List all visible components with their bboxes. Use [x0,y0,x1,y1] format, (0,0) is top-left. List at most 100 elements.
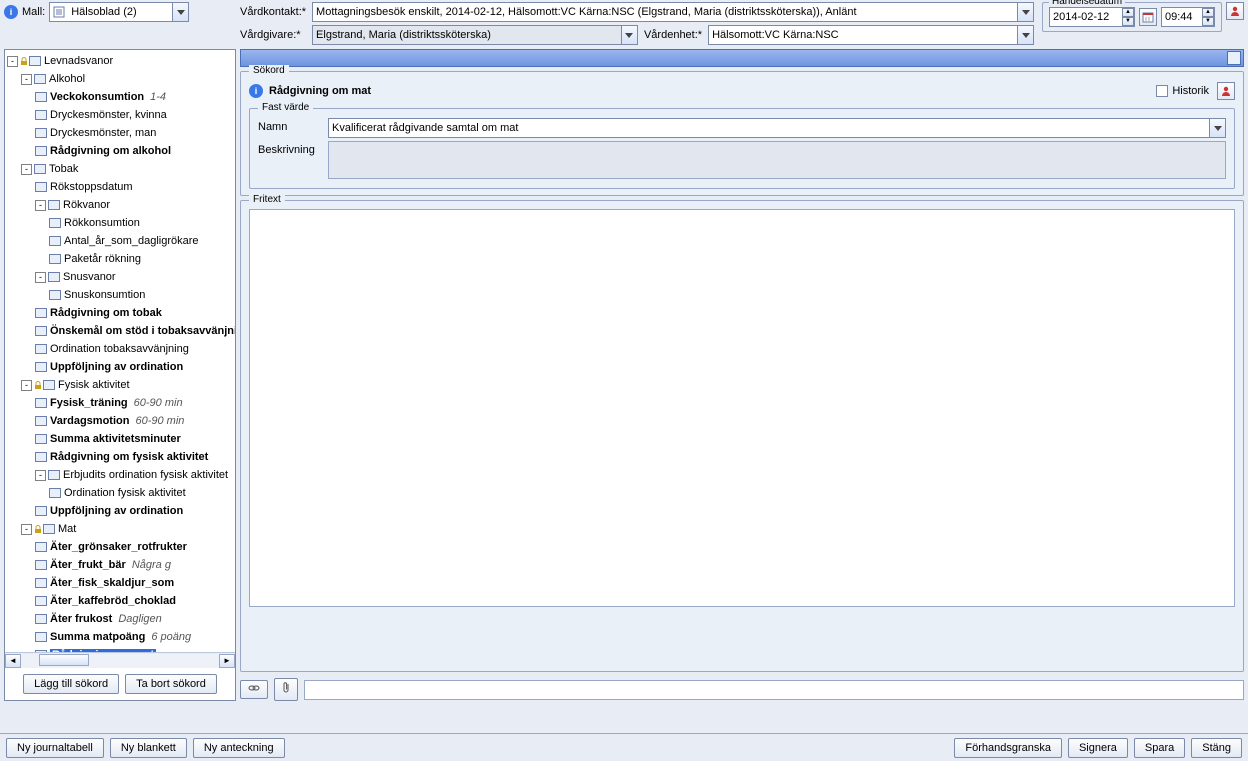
page-icon [48,272,60,282]
tree-item[interactable]: -RökvanorRökkonsumtionAntal_år_som_dagli… [35,196,235,268]
tree-root-item[interactable]: -Levnadsvanor-AlkoholVeckokonsumtion1-4D… [7,52,235,652]
paperclip-icon[interactable] [274,678,298,701]
add-sokord-button[interactable]: Lägg till sökord [23,674,119,694]
tree-item-label: Ordination tobaksavvänjning [50,343,189,355]
collapse-icon[interactable]: - [35,272,46,283]
ny-anteckning-button[interactable]: Ny anteckning [193,738,285,758]
scroll-right-icon[interactable]: ► [219,654,235,668]
tree-item[interactable]: Snuskonsumtion [49,286,235,304]
tree-item[interactable]: Dryckesmönster, kvinna [35,106,235,124]
tree-section[interactable]: -AlkoholVeckokonsumtion1-4Dryckesmönster… [21,70,235,160]
user-icon-top[interactable] [1226,2,1244,20]
vardkontakt-arrow[interactable] [1017,3,1033,21]
vardgivare-combo[interactable] [312,25,638,45]
vardkontakt-combo[interactable] [312,2,1034,22]
tree-item[interactable]: Dryckesmönster, man [35,124,235,142]
tree-item[interactable]: Rådgivning om alkohol [35,142,235,160]
namn-arrow[interactable] [1209,119,1225,137]
page-icon [35,92,47,102]
collapse-icon[interactable]: - [35,470,46,481]
tree-item[interactable]: Rådgivning om tobak [35,304,235,322]
stang-button[interactable]: Stäng [1191,738,1242,758]
remove-sokord-button[interactable]: Ta bort sökord [125,674,217,694]
page-icon [49,254,61,264]
mall-combo[interactable] [49,2,189,22]
mall-input[interactable] [68,6,172,18]
vardenhet-combo[interactable] [708,25,1034,45]
tree-hscroll[interactable]: ◄ ► [5,652,235,668]
link-icon[interactable] [240,680,268,699]
page-icon [35,128,47,138]
attach-input[interactable] [304,680,1244,700]
tree-item[interactable]: Rådgivning om fysisk aktivitet [35,448,235,466]
tree-item[interactable]: Summa aktivitetsminuter [35,430,235,448]
tree-item[interactable]: Uppföljning av ordination [35,502,235,520]
collapse-icon[interactable]: - [21,380,32,391]
collapse-icon[interactable]: - [35,200,46,211]
tree-item[interactable]: Äter_fisk_skaldjur_som [35,574,235,592]
ny-journaltabell-button[interactable]: Ny journaltabell [6,738,104,758]
vardenhet-arrow[interactable] [1017,26,1033,44]
tree-item[interactable]: Veckokonsumtion1-4 [35,88,235,106]
tree-item[interactable]: Rökkonsumtion [49,214,235,232]
tree-section[interactable]: -MatÄter_grönsaker_rotfrukterÄter_frukt_… [21,520,235,652]
page-icon [35,506,47,516]
tree-item[interactable]: Paketår rökning [49,250,235,268]
tree-item[interactable]: Äter_kaffebröd_choklad [35,592,235,610]
tree-item-label: Uppföljning av ordination [50,505,183,517]
date-spinner[interactable]: ▲▼ [1122,8,1134,26]
handelse-date[interactable]: ▲▼ [1049,7,1135,27]
vardgivare-input [313,29,621,41]
tree-section[interactable]: -Fysisk aktivitetFysisk_träning60-90 min… [21,376,235,520]
time-spinner[interactable]: ▲▼ [1202,8,1214,26]
mall-arrow[interactable] [172,3,188,21]
namn-combo[interactable] [328,118,1226,138]
sokord-fieldset: Sökord i Rådgivning om mat Historik Fast… [240,71,1244,196]
scroll-thumb[interactable] [39,654,89,666]
tree-item[interactable]: -SnusvanorSnuskonsumtion [35,268,235,304]
tree-item[interactable]: Uppföljning av ordination [35,358,235,376]
handelse-date-input[interactable] [1050,11,1122,23]
tree-item[interactable]: Rökstoppsdatum [35,178,235,196]
tree-item[interactable]: Äter_frukt_bärNågra g [35,556,235,574]
spara-button[interactable]: Spara [1134,738,1185,758]
user-icon[interactable] [1217,82,1235,100]
namn-input[interactable] [329,122,1209,134]
tree-item-label: Summa matpoäng [50,631,145,643]
vardkontakt-input[interactable] [313,6,1017,18]
tree-item-label: Rådgivning om fysisk aktivitet [50,451,208,463]
scroll-left-icon[interactable]: ◄ [5,654,21,668]
namn-label: Namn [258,118,328,133]
handelse-time[interactable]: ▲▼ [1161,7,1215,27]
minimize-icon[interactable] [1227,51,1241,65]
collapse-icon[interactable]: - [21,164,32,175]
tree-section[interactable]: -TobakRökstoppsdatum-RökvanorRökkonsumti… [21,160,235,376]
tree-item[interactable]: Summa matpoäng6 poäng [35,628,235,646]
collapse-icon[interactable]: - [7,56,18,67]
ny-blankett-button[interactable]: Ny blankett [110,738,187,758]
tree-item[interactable]: Vardagsmotion60-90 min [35,412,235,430]
tree-item-label: Summa aktivitetsminuter [50,433,181,445]
collapse-icon[interactable]: - [21,74,32,85]
historik-checkbox[interactable] [1156,85,1168,97]
page-icon [35,560,47,570]
calendar-icon[interactable] [1139,8,1157,26]
fritext-textarea[interactable] [249,209,1235,607]
forhandsgranska-button[interactable]: Förhandsgranska [954,738,1062,758]
page-icon [35,434,47,444]
tree-item[interactable]: Fysisk_träning60-90 min [35,394,235,412]
tree[interactable]: -Levnadsvanor-AlkoholVeckokonsumtion1-4D… [5,50,235,652]
signera-button[interactable]: Signera [1068,738,1128,758]
tree-item[interactable]: Rådgivning om mat [35,646,235,652]
tree-item[interactable]: Ordination fysisk aktivitet [49,484,235,502]
vardgivare-arrow[interactable] [621,26,637,44]
vardenhet-input[interactable] [709,29,1017,41]
tree-item[interactable]: Äter_grönsaker_rotfrukter [35,538,235,556]
tree-item[interactable]: Äter frukostDagligen [35,610,235,628]
tree-item[interactable]: Önskemål om stöd i tobaksavvänjning [35,322,235,340]
collapse-icon[interactable]: - [21,524,32,535]
tree-item[interactable]: -Erbjudits ordination fysisk aktivitetOr… [35,466,235,502]
handelse-time-input[interactable] [1162,11,1202,23]
tree-item[interactable]: Ordination tobaksavvänjning [35,340,235,358]
tree-item[interactable]: Antal_år_som_dagligrökare [49,232,235,250]
